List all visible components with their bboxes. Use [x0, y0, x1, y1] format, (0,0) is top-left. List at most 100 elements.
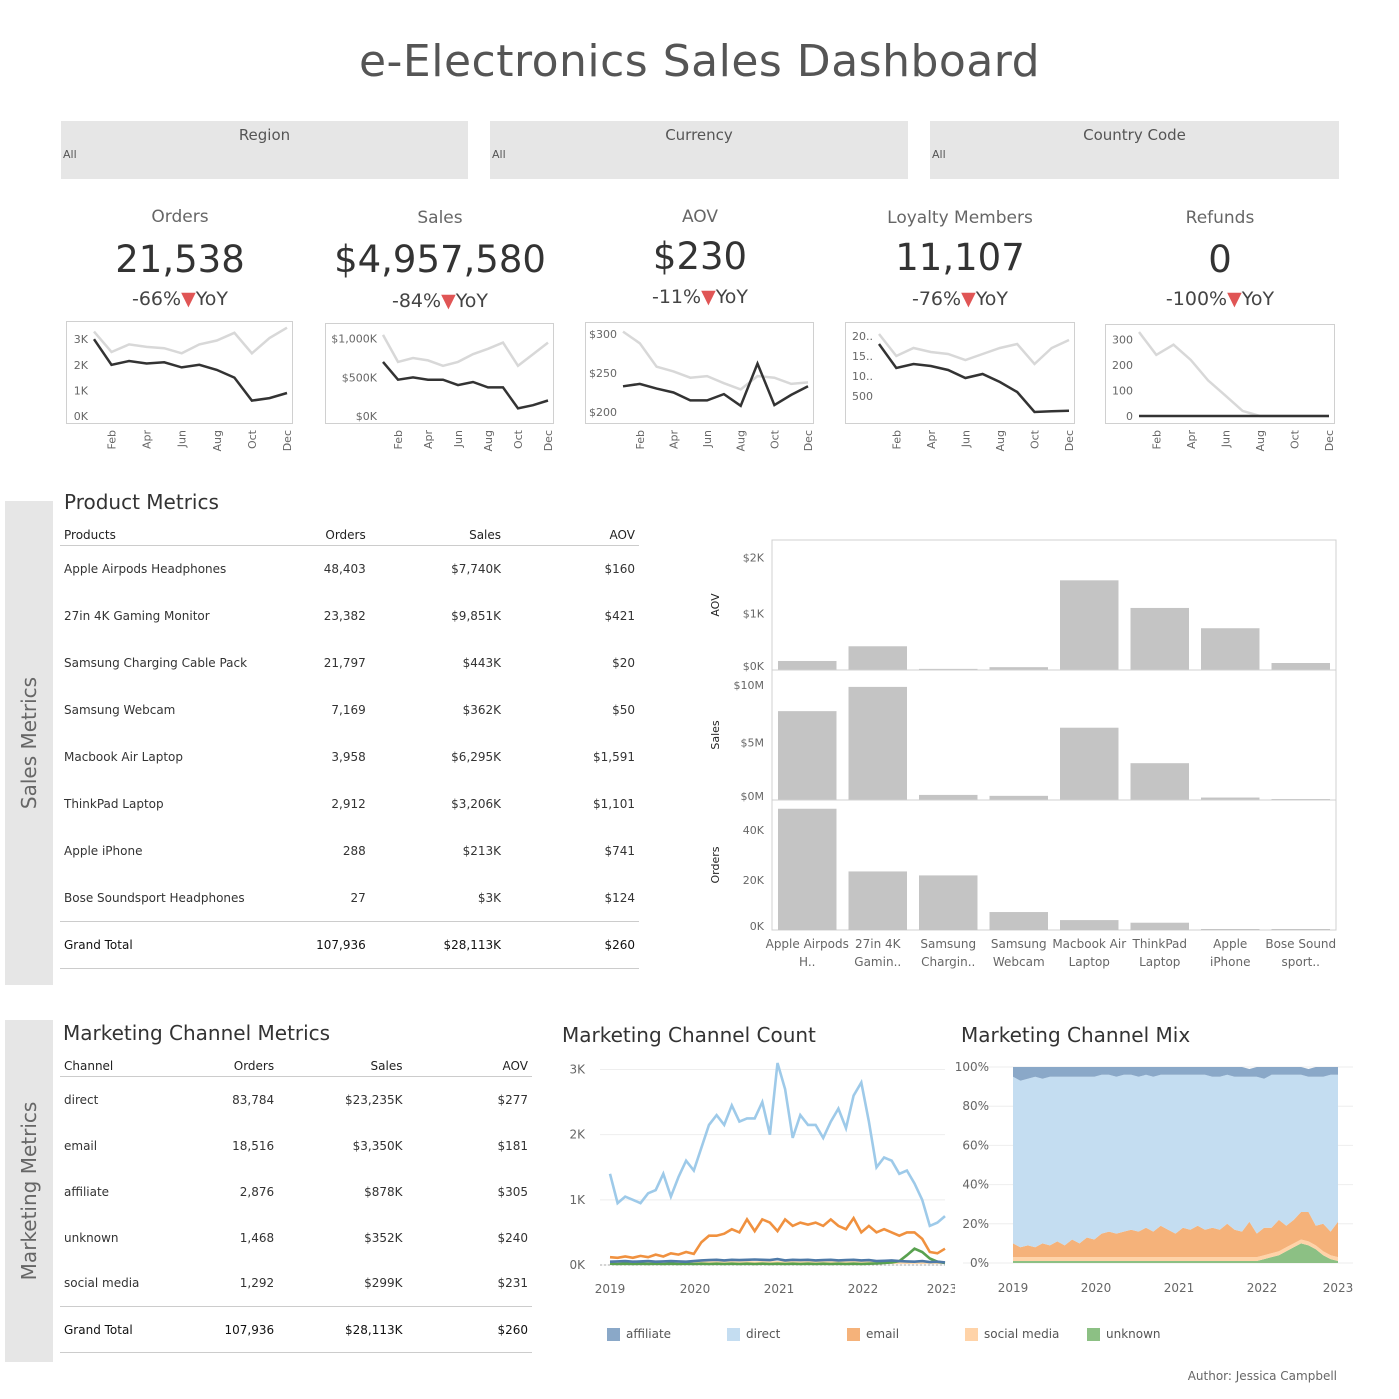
bar-sales [848, 686, 907, 800]
category-label: iPhone [1210, 955, 1251, 969]
product-name: Macbook Air Laptop [64, 750, 183, 764]
orders-value: 21,797 [323, 656, 366, 670]
orders-kpi-label: Orders [151, 207, 209, 227]
currency-filter[interactable]: Currency All [490, 121, 908, 179]
dashboard-title: e-Electronics Sales Dashboard [358, 36, 1041, 87]
y-tick-label: 3K [74, 333, 89, 346]
orders-value: 288 [342, 844, 366, 858]
region-filter[interactable]: Region All [61, 121, 468, 179]
down-triangle-icon: ▼ [441, 290, 456, 312]
yoy-percent: -100% [1165, 288, 1228, 310]
y-tick-label: 40% [962, 1178, 989, 1192]
currency-filter-value[interactable]: All [492, 148, 506, 161]
x-tick-label: Jun [959, 430, 972, 448]
category-label: Webcam [993, 955, 1045, 969]
legend-item-social-media[interactable]: social media [965, 1327, 1059, 1341]
table-row[interactable]: Bose Soundsport Headphones 27 $3K $124 [60, 875, 639, 922]
table-row[interactable]: direct 83,784 $23,235K $277 [60, 1077, 532, 1123]
orders-value: 107,936 [163, 1306, 279, 1353]
refunds-yoy-change: -100%▼YoY [1090, 288, 1350, 310]
table-row[interactable]: email 18,516 $3,350K $181 [60, 1123, 532, 1169]
column-header-aov[interactable]: AOV [406, 1056, 532, 1077]
sales-value: $352K [364, 1230, 403, 1245]
y-tick-label: $2K [743, 551, 765, 564]
y-tick-label: 0% [970, 1256, 989, 1270]
column-header-orders[interactable]: Orders [163, 1056, 279, 1077]
sales-kpi-value: $4,957,580 [334, 238, 546, 281]
table-row[interactable]: Apple iPhone 288 $213K $741 [60, 828, 639, 875]
sales-value: $28,113K [278, 1306, 407, 1353]
x-tick-label: 2021 [764, 1282, 795, 1296]
category-label: Samsung [920, 937, 976, 951]
y-tick-label: 1K [74, 384, 89, 397]
table-row[interactable]: social media 1,292 $299K $231 [60, 1261, 532, 1307]
table-row[interactable]: ThinkPad Laptop 2,912 $3,206K $1,101 [60, 781, 639, 828]
current-year-line [622, 360, 809, 408]
email-series-line [609, 1215, 946, 1260]
column-header-aov[interactable]: AOV [505, 525, 639, 546]
x-tick-label: Jun [701, 430, 714, 448]
x-tick-label: Jun [176, 430, 189, 448]
table-row[interactable]: Samsung Charging Cable Pack 21,797 $443K $2… [60, 640, 639, 687]
table-row[interactable]: Samsung Webcam 7,169 $362K $50 [60, 687, 639, 734]
channel-legend: affiliate direct email social media unknown [607, 1327, 1347, 1343]
legend-item-direct[interactable]: direct [727, 1327, 780, 1341]
product-bar-chart: AOV $2K $1K $0K Sales $10M $5M $0M Orders 40K 20K 0… [709, 539, 1337, 969]
yoy-suffix: YoY [455, 290, 489, 312]
legend-item-email[interactable]: email [847, 1327, 899, 1341]
marketing-metrics-sidebar: Marketing Metrics [5, 1020, 53, 1362]
country-code-filter[interactable]: Country Code All [930, 121, 1339, 179]
orders-value: 3,958 [331, 750, 366, 764]
yoy-percent: -84% [391, 290, 442, 312]
aov-sparkline-chart: $300 $250 $200 Feb Apr Jun Aug Oct Dec [585, 322, 814, 451]
category-label: Apple Airpods [766, 937, 849, 951]
table-row[interactable]: Macbook Air Laptop 3,958 $6,295K $1,591 [60, 734, 639, 781]
aov-value: $20 [612, 656, 635, 670]
aov-value: $160 [604, 562, 635, 577]
yoy-suffix: YoY [195, 288, 229, 310]
current-year-line [382, 361, 549, 410]
x-tick-label: 2020 [1081, 1281, 1112, 1295]
channel-name: unknown [64, 1230, 119, 1245]
channel-name: affiliate [64, 1184, 110, 1199]
table-row[interactable]: Apple Airpods Headphones 48,403 $7,740K $16… [60, 546, 639, 593]
grand-total-row[interactable]: Grand Total 107,936 $28,113K $260 [60, 921, 639, 969]
legend-label: direct [746, 1327, 781, 1341]
y-tick-label: 0 [1126, 410, 1133, 423]
region-filter-value[interactable]: All [63, 148, 77, 161]
x-tick-label: Dec [542, 430, 554, 451]
column-header-orders[interactable]: Orders [275, 525, 370, 546]
down-triangle-icon: ▼ [701, 286, 716, 308]
bar-sales [919, 794, 978, 800]
column-header-channel[interactable]: Channel [60, 1056, 164, 1077]
table-row[interactable]: affiliate 2,876 $878K $305 [60, 1169, 532, 1215]
y-tick-label: $250 [589, 367, 617, 380]
y-tick-label: $0K [356, 410, 378, 423]
sales-value: $3,206K [451, 797, 502, 811]
table-row[interactable]: 27in 4K Gaming Monitor 23,382 $9,851K $421 [60, 593, 639, 640]
x-tick-label: Aug [735, 430, 748, 451]
bar-orders [1130, 922, 1189, 930]
column-header-sales[interactable]: Sales [369, 525, 506, 546]
legend-item-affiliate[interactable]: affiliate [607, 1327, 671, 1341]
country-code-filter-value[interactable]: All [932, 148, 946, 161]
grand-total-row[interactable]: Grand Total 107,936 $28,113K $260 [60, 1306, 532, 1353]
bar-aov [1060, 580, 1119, 670]
y-tick-label: $200 [589, 406, 617, 419]
category-label: Samsung [991, 937, 1047, 951]
yoy-suffix: YoY [715, 286, 749, 308]
column-header-sales[interactable]: Sales [278, 1056, 407, 1077]
category-label: H.. [799, 955, 815, 969]
table-row[interactable]: unknown 1,468 $352K $240 [60, 1215, 532, 1261]
y-tick-label: 15.. [852, 350, 873, 363]
loyalty-members-yoy-change: -76%▼YoY [830, 288, 1090, 310]
x-tick-label: Feb [634, 430, 647, 449]
legend-item-unknown[interactable]: unknown [1087, 1327, 1161, 1341]
sales-value: $28,113K [369, 921, 506, 969]
y-tick-label: 40K [743, 824, 765, 837]
bar-aov [1271, 663, 1330, 670]
panel-axis-label: Orders [709, 846, 722, 883]
column-header-products[interactable]: Products [60, 525, 276, 546]
orders-value: 27 [350, 890, 366, 905]
x-tick-label: Oct [512, 429, 525, 449]
